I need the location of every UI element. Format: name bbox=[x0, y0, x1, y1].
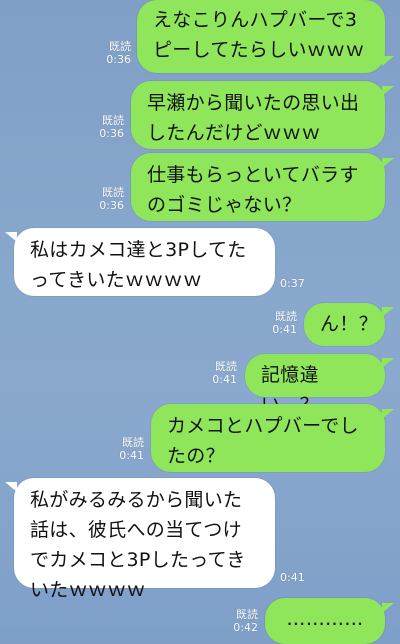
bubble-tail bbox=[382, 307, 394, 317]
bubble-tail bbox=[382, 86, 394, 96]
read-receipt: 既読 bbox=[122, 436, 144, 449]
read-receipt: 既読 bbox=[102, 114, 124, 127]
message-bubble[interactable]: 記憶違い…？ bbox=[245, 354, 385, 416]
bubble-tail bbox=[382, 603, 394, 613]
message-meta: 既読 0:36 bbox=[100, 40, 131, 66]
message-time: 0:41 bbox=[272, 323, 297, 336]
bubble-tail bbox=[382, 158, 394, 168]
message-text: 仕事もらっといてバラすのゴミじゃない？ bbox=[147, 164, 359, 216]
message-text: 私はカメコ達と3Pしてたってきいたｗｗｗｗ bbox=[30, 239, 247, 291]
message-time: 0:41 bbox=[119, 449, 144, 462]
chat-thread[interactable]: 既読 0:36 えなこりんハプバーで3ピーしてたらしいｗｗｗ 既読 0:36 早… bbox=[0, 0, 400, 644]
message-bubble[interactable]: ん！？ bbox=[304, 303, 385, 346]
message-time: 0:42 bbox=[233, 621, 258, 634]
message-meta: 既読 0:41 bbox=[206, 360, 237, 386]
message-time: 0:36 bbox=[99, 199, 124, 212]
message-meta: 既読 0:42 bbox=[227, 608, 258, 634]
bubble-tail bbox=[382, 409, 394, 419]
message-bubble[interactable]: ………… bbox=[265, 598, 385, 644]
message-text: 早瀬から聞いたの思い出したんだけどｗｗｗ bbox=[147, 92, 360, 144]
message-bubble[interactable]: 早瀬から聞いたの思い出したんだけどｗｗｗ bbox=[131, 81, 385, 149]
message-text: カメコとハプバーでしたの？ bbox=[167, 415, 359, 467]
read-receipt: 既読 bbox=[102, 186, 124, 199]
read-receipt: 既読 bbox=[215, 360, 237, 373]
message-text: ………… bbox=[286, 608, 364, 630]
message-time: 0:36 bbox=[99, 127, 124, 140]
message-meta: 既読 0:41 bbox=[266, 310, 297, 336]
message-bubble[interactable]: カメコとハプバーでしたの？ bbox=[151, 404, 385, 472]
read-receipt: 既読 bbox=[275, 310, 297, 323]
message-bubble[interactable]: 私がみるみるから聞いた話は、彼氏への当てつけでカメコと3Pしたってきいたｗｗｗｗ bbox=[14, 478, 275, 601]
message-text: えなこりんハプバーで3ピーしてたらしいｗｗｗ bbox=[153, 9, 365, 61]
message-time: 0:41 bbox=[280, 571, 305, 584]
read-receipt: 既読 bbox=[109, 40, 131, 53]
message-time: 0:37 bbox=[280, 277, 305, 290]
message-meta: 既読 0:36 bbox=[93, 114, 124, 140]
message-time: 0:36 bbox=[106, 53, 131, 66]
read-receipt: 既読 bbox=[236, 608, 258, 621]
message-text: 私がみるみるから聞いた話は、彼氏への当てつけでカメコと3Pしたってきいたｗｗｗｗ bbox=[30, 489, 246, 601]
message-bubble[interactable]: 仕事もらっといてバラすのゴミじゃない？ bbox=[131, 153, 385, 221]
bubble-tail bbox=[382, 358, 394, 368]
message-meta: 既読 0:36 bbox=[93, 186, 124, 212]
message-bubble[interactable]: 私はカメコ達と3Pしてたってきいたｗｗｗｗ bbox=[14, 228, 275, 296]
message-meta: 既読 0:41 bbox=[113, 436, 144, 462]
message-meta: 0:37 bbox=[280, 277, 320, 290]
message-text: ん！？ bbox=[320, 313, 378, 335]
bubble-tail bbox=[382, 56, 394, 66]
message-meta: 0:41 bbox=[280, 571, 320, 584]
message-bubble[interactable]: えなこりんハプバーで3ピーしてたらしいｗｗｗ bbox=[137, 0, 385, 73]
message-time: 0:41 bbox=[212, 373, 237, 386]
